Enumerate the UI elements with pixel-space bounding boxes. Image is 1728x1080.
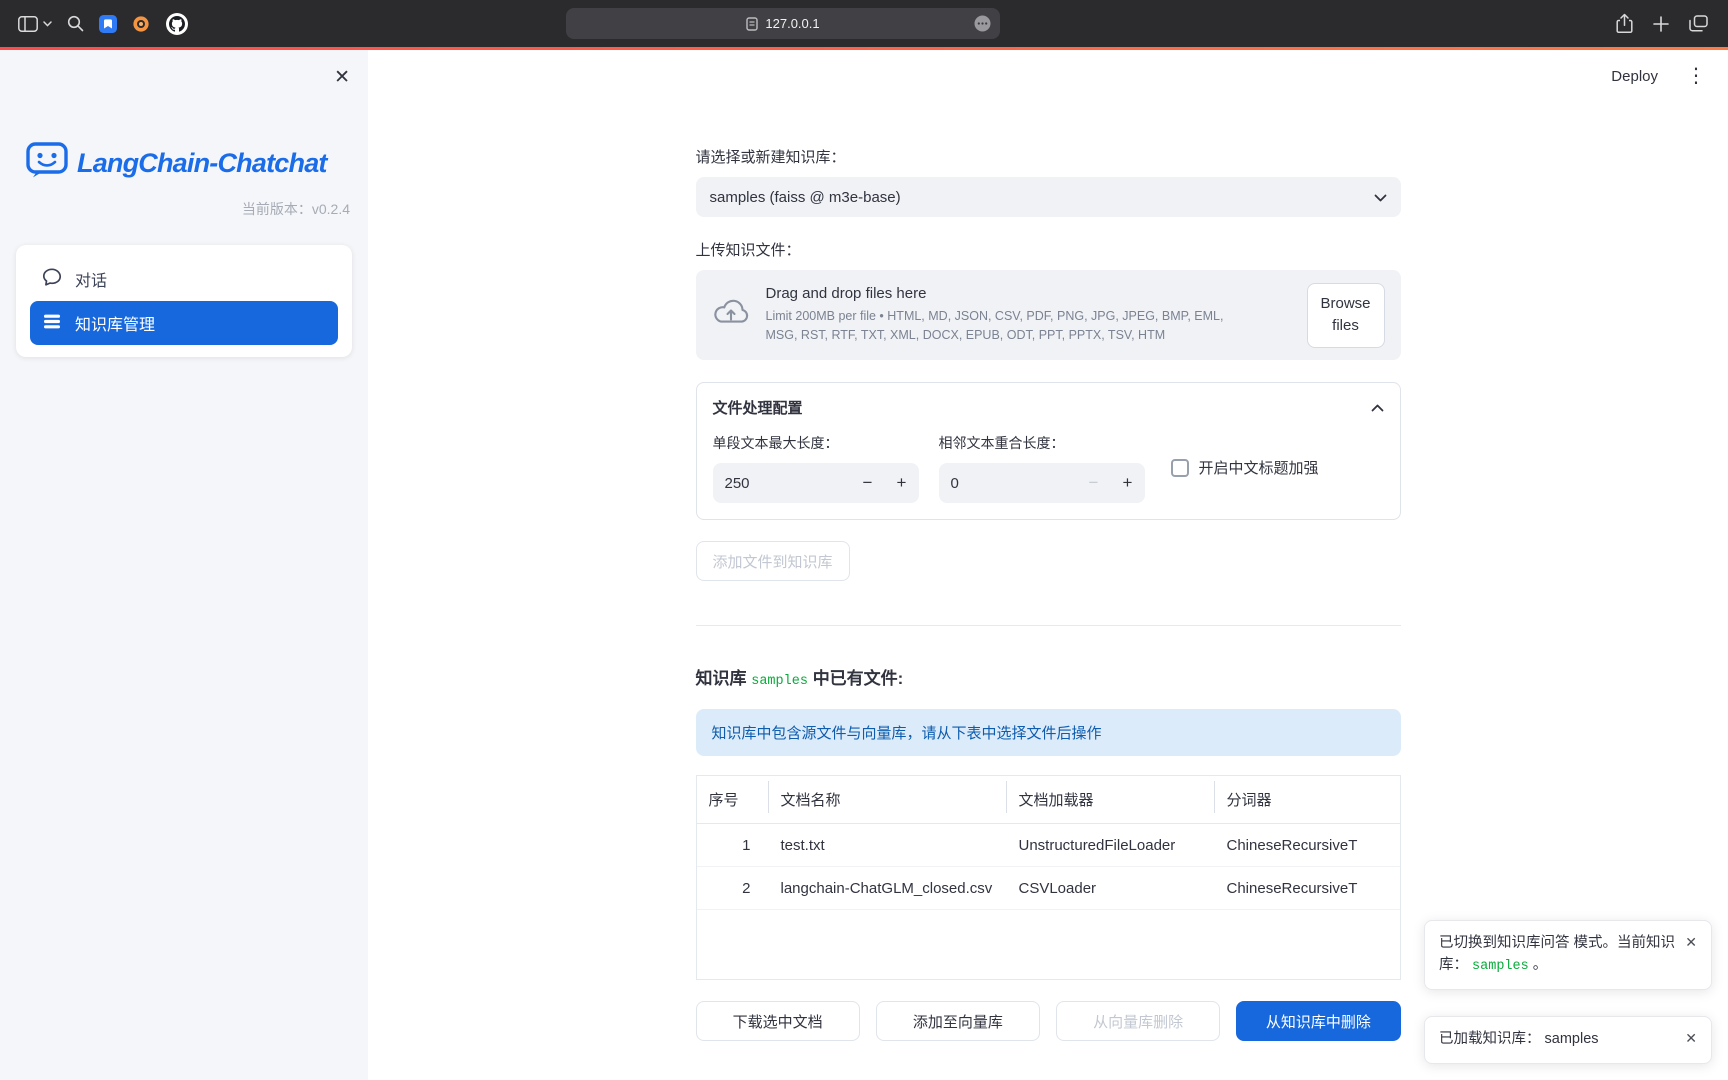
sidebar-nav: 对话 知识库管理 [16,245,352,357]
cell-index: 2 [697,880,769,897]
search-icon[interactable] [67,15,84,32]
dropzone-instruction: Drag and drop files here [766,285,1291,302]
cloud-upload-icon [712,298,750,332]
add-files-to-kb-button[interactable]: 添加文件到知识库 [696,541,850,581]
close-icon[interactable]: ✕ [1685,933,1697,953]
cell-docname: langchain-ChatGLM_closed.csv [769,880,1007,897]
kebab-menu-icon[interactable]: ⋮ [1686,66,1706,86]
kb-name-code: samples [751,674,808,689]
sidebar-item-label: 对话 [75,267,107,291]
url-text: 127.0.0.1 [765,16,819,31]
address-bar[interactable]: 127.0.0.1 [566,8,1000,39]
chat-face-logo-icon [26,142,68,185]
cell-docname: test.txt [769,837,1007,854]
kb-selectbox[interactable]: samples (faiss @ m3e-base) [696,177,1401,217]
sidebar: ✕ LangChain-Chatchat 当前版本：v0.2.4 对话 知识库管… [0,50,368,1080]
browse-files-button[interactable]: Browse files [1307,283,1385,348]
browser-chrome: 127.0.0.1 [0,0,1728,47]
kb-files-heading: 知识库 samples 中已有文件: [696,664,1401,689]
file-dropzone[interactable]: Drag and drop files here Limit 200MB per… [696,270,1401,360]
chunk-size-value: 250 [713,475,851,492]
kb-select-label: 请选择或新建知识库： [696,146,1401,167]
toast-container: 已切换到知识库问答 模式。当前知识库： samples 。 ✕ 已加载知识库： … [1424,920,1712,1064]
table-header-row: 序号 文档名称 文档加载器 分词器 [697,776,1400,824]
app-logo-text: LangChain-Chatchat [77,148,327,179]
expander-title: 文件处理配置 [713,397,803,418]
app-logo: LangChain-Chatchat [26,142,348,185]
favicon-blue[interactable] [99,15,117,33]
share-icon[interactable] [1616,13,1633,34]
toast-kb-loaded: 已加载知识库： samples ✕ [1424,1016,1712,1064]
column-header-splitter[interactable]: 分词器 [1215,789,1400,810]
cell-splitter: ChineseRecursiveT [1215,837,1400,854]
delete-from-kb-button[interactable]: 从知识库中删除 [1236,1001,1400,1041]
add-to-vectorstore-button[interactable]: 添加至向量库 [876,1001,1040,1041]
overlap-size-value: 0 [939,475,1077,492]
kb-files-heading-suffix: 中已有文件: [813,669,904,688]
chunk-size-input[interactable]: 250 − + [713,463,919,503]
chunk-size-increment-button[interactable]: + [885,473,919,493]
kb-files-heading-prefix: 知识库 [696,669,747,688]
cell-index: 1 [697,837,769,854]
overlap-size-decrement-button[interactable]: − [1077,473,1111,493]
checkbox-unchecked-icon[interactable] [1171,459,1189,477]
column-header-index[interactable]: 序号 [697,789,769,810]
sidebar-close-button[interactable]: ✕ [334,68,350,87]
upload-label: 上传知识文件： [696,239,1401,260]
version-label: 当前版本：v0.2.4 [0,199,350,219]
dropzone-limit-text: Limit 200MB per file • HTML, MD, JSON, C… [766,307,1256,346]
column-header-loader[interactable]: 文档加载器 [1007,789,1215,810]
favicon-orange[interactable] [132,15,150,33]
sidebar-item-kb-management[interactable]: 知识库管理 [30,301,338,345]
kb-selectbox-value: samples (faiss @ m3e-base) [710,189,901,206]
cell-loader: CSVLoader [1007,880,1215,897]
overlap-size-increment-button[interactable]: + [1111,473,1145,493]
toast-mode-switched: 已切换到知识库问答 模式。当前知识库： samples 。 ✕ [1424,920,1712,990]
table-row[interactable]: 1 test.txt UnstructuredFileLoader Chines… [697,824,1400,867]
toast-text-after: 。 [1533,957,1548,973]
overlap-size-label: 相邻文本重合长度： [939,433,1145,453]
close-icon[interactable]: ✕ [1685,1029,1697,1049]
cell-splitter: ChineseRecursiveT [1215,880,1400,897]
overlap-size-input[interactable]: 0 − + [939,463,1145,503]
toast-kb-code: samples [1472,959,1529,974]
deploy-button[interactable]: Deploy [1611,68,1658,85]
toast-text-before: 已加载知识库： samples [1439,1031,1599,1047]
site-favicon [746,17,758,31]
chevron-down-icon [1374,189,1387,206]
delete-from-vectorstore-button[interactable]: 从向量库删除 [1056,1001,1220,1041]
chevron-up-icon [1371,399,1384,416]
chunk-size-decrement-button[interactable]: − [851,473,885,493]
table-row[interactable]: 2 langchain-ChatGLM_closed.csv CSVLoader… [697,867,1400,910]
files-table: 序号 文档名称 文档加载器 分词器 1 test.txt Unstructure… [696,775,1401,980]
chevron-down-icon [43,21,52,27]
github-icon[interactable] [165,12,189,36]
column-header-docname[interactable]: 文档名称 [769,789,1007,810]
sidebar-toggle-button[interactable] [18,16,52,32]
zh-title-enhance-label: 开启中文标题加强 [1199,457,1319,478]
sidebar-item-label: 知识库管理 [75,311,155,335]
sidebar-panel-icon [18,16,38,32]
chat-bubble-icon [42,267,62,292]
page-options-icon[interactable] [974,15,991,32]
file-config-expander: 文件处理配置 单段文本最大长度： 250 − + [696,382,1401,520]
list-icon [42,311,62,336]
download-selected-button[interactable]: 下载选中文档 [696,1001,860,1041]
cell-loader: UnstructuredFileLoader [1007,837,1215,854]
table-actions: 下载选中文档 添加至向量库 从向量库删除 从知识库中删除 [696,1001,1401,1041]
zh-title-enhance-checkbox-group[interactable]: 开启中文标题加强 [1171,457,1319,478]
expander-header[interactable]: 文件处理配置 [697,383,1400,431]
tab-overview-icon[interactable] [1689,15,1708,32]
toast-text: 已切换到知识库问答 模式。当前知识库： samples 。 [1439,933,1675,977]
divider [696,625,1401,626]
sidebar-item-dialogue[interactable]: 对话 [30,257,338,301]
toast-text: 已加载知识库： samples [1439,1029,1675,1051]
info-alert: 知识库中包含源文件与向量库，请从下表中选择文件后操作 [696,709,1401,756]
new-tab-icon[interactable] [1653,16,1669,32]
chunk-size-label: 单段文本最大长度： [713,433,919,453]
